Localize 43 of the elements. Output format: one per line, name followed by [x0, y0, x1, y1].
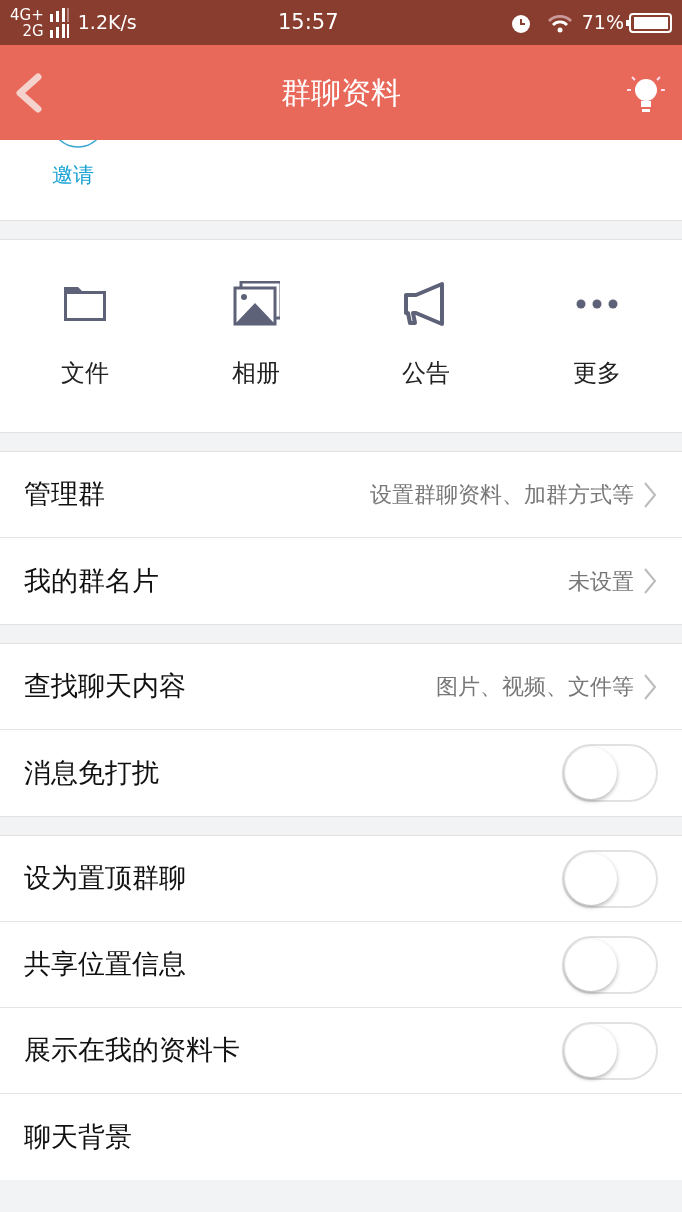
- settings-row[interactable]: 展示在我的资料卡: [0, 1008, 682, 1094]
- toggle-switch[interactable]: [562, 1021, 658, 1080]
- settings-row[interactable]: 管理群 设置群聊资料、加群方式等: [0, 452, 682, 538]
- more-icon: [575, 299, 618, 309]
- settings-row[interactable]: 我的群名片 未设置: [0, 538, 682, 624]
- row-value: 未设置: [568, 567, 634, 596]
- settings-row[interactable]: 共享位置信息: [0, 922, 682, 1008]
- row-label: 共享位置信息: [24, 947, 187, 982]
- row-label: 查找聊天内容: [24, 669, 187, 704]
- network-type: 2G: [22, 22, 44, 39]
- battery-percent: 71%: [581, 10, 624, 36]
- row-value: 设置群聊资料、加群方式等: [370, 481, 634, 509]
- network-speed: 1.2K/s: [77, 10, 137, 36]
- shortcut-button[interactable]: 公告: [341, 281, 512, 391]
- toggle-switch[interactable]: [562, 744, 658, 802]
- row-label: 我的群名片: [24, 563, 160, 598]
- shortcut-button[interactable]: 文件: [0, 281, 171, 391]
- toggle-switch[interactable]: [562, 935, 658, 994]
- toggle-switch[interactable]: [562, 849, 658, 908]
- back-button[interactable]: [14, 73, 44, 113]
- network-type: 4G+: [10, 6, 44, 23]
- chevron-right-icon: [642, 567, 658, 595]
- back-icon: [14, 73, 44, 113]
- photos-icon: [231, 281, 280, 327]
- signal-icon: [47, 23, 70, 38]
- settings-row[interactable]: 设为置顶群聊: [0, 836, 682, 922]
- chevron-right-icon: [642, 672, 658, 701]
- row-value: 图片、视频、文件等: [436, 673, 634, 701]
- shortcut-button[interactable]: 更多: [511, 281, 682, 391]
- page-title: 群聊资料: [281, 74, 401, 112]
- settings-row[interactable]: 消息免打扰: [0, 730, 682, 816]
- chevron-right-icon: [642, 480, 658, 509]
- battery-icon: [626, 12, 672, 33]
- row-label: 聊天背景: [24, 1119, 133, 1154]
- shortcut-button[interactable]: 相册: [170, 281, 341, 391]
- row-label: 管理群: [24, 477, 106, 512]
- settings-row[interactable]: 聊天背景: [0, 1094, 682, 1180]
- row-label: 消息免打扰: [24, 755, 160, 790]
- row-label: 设为置顶群聊: [24, 861, 187, 896]
- row-label: 展示在我的资料卡: [24, 1033, 241, 1068]
- clock-time: 15:57: [277, 8, 340, 36]
- settings-row[interactable]: 查找聊天内容 图片、视频、文件等: [0, 644, 682, 730]
- signal-icon: [47, 7, 70, 22]
